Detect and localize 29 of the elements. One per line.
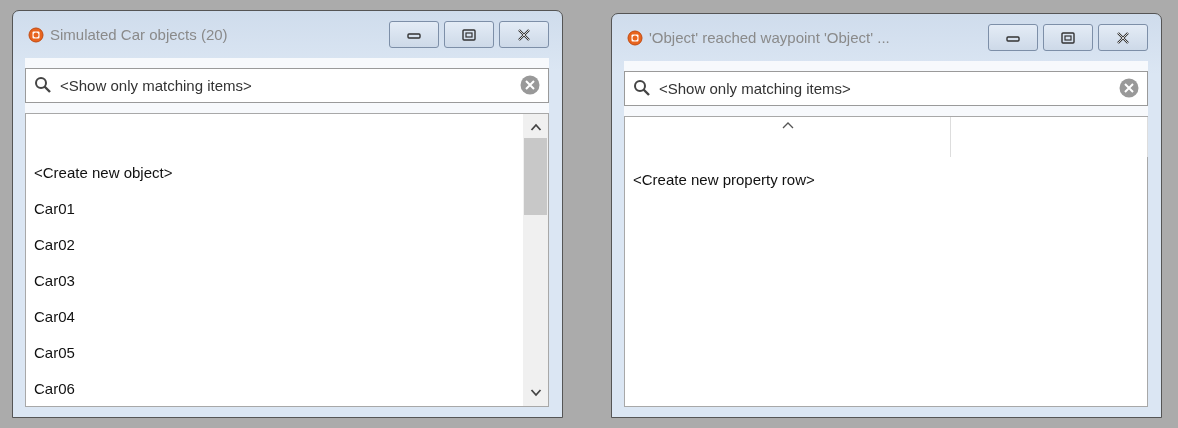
clear-icon[interactable] bbox=[1119, 78, 1139, 98]
maximize-button[interactable] bbox=[1043, 24, 1093, 51]
scroll-up-icon[interactable] bbox=[529, 122, 542, 132]
list-item[interactable]: Car03 bbox=[26, 262, 523, 298]
close-button[interactable] bbox=[1098, 24, 1148, 51]
scrollbar-thumb[interactable] bbox=[524, 138, 547, 215]
sort-caret-icon bbox=[781, 121, 794, 129]
app-logo-icon bbox=[28, 26, 44, 43]
search-field[interactable]: <Show only matching items> bbox=[25, 68, 549, 103]
clear-icon[interactable] bbox=[520, 75, 540, 95]
app-logo-icon bbox=[627, 29, 643, 46]
search-icon bbox=[633, 79, 651, 97]
list-item[interactable]: <Create new property row> bbox=[625, 161, 1148, 197]
list-item[interactable]: <Create new object> bbox=[26, 154, 523, 190]
scroll-down-icon[interactable] bbox=[529, 388, 542, 398]
window-title: Simulated Car objects (20) bbox=[50, 26, 229, 43]
list-item[interactable]: Car04 bbox=[26, 298, 523, 334]
search-icon bbox=[34, 76, 52, 94]
scrollbar[interactable] bbox=[523, 114, 548, 406]
window-title: 'Object' reached waypoint 'Object' ... bbox=[649, 29, 891, 46]
list-item[interactable]: Car01 bbox=[26, 190, 523, 226]
list-item[interactable]: Car02 bbox=[26, 226, 523, 262]
minimize-button[interactable] bbox=[389, 21, 439, 48]
list-item[interactable]: Car06 bbox=[26, 370, 523, 406]
minimize-button[interactable] bbox=[988, 24, 1038, 51]
list-item[interactable]: Car05 bbox=[26, 334, 523, 370]
close-button[interactable] bbox=[499, 21, 549, 48]
search-field[interactable]: <Show only matching items> bbox=[624, 71, 1148, 106]
maximize-button[interactable] bbox=[444, 21, 494, 48]
